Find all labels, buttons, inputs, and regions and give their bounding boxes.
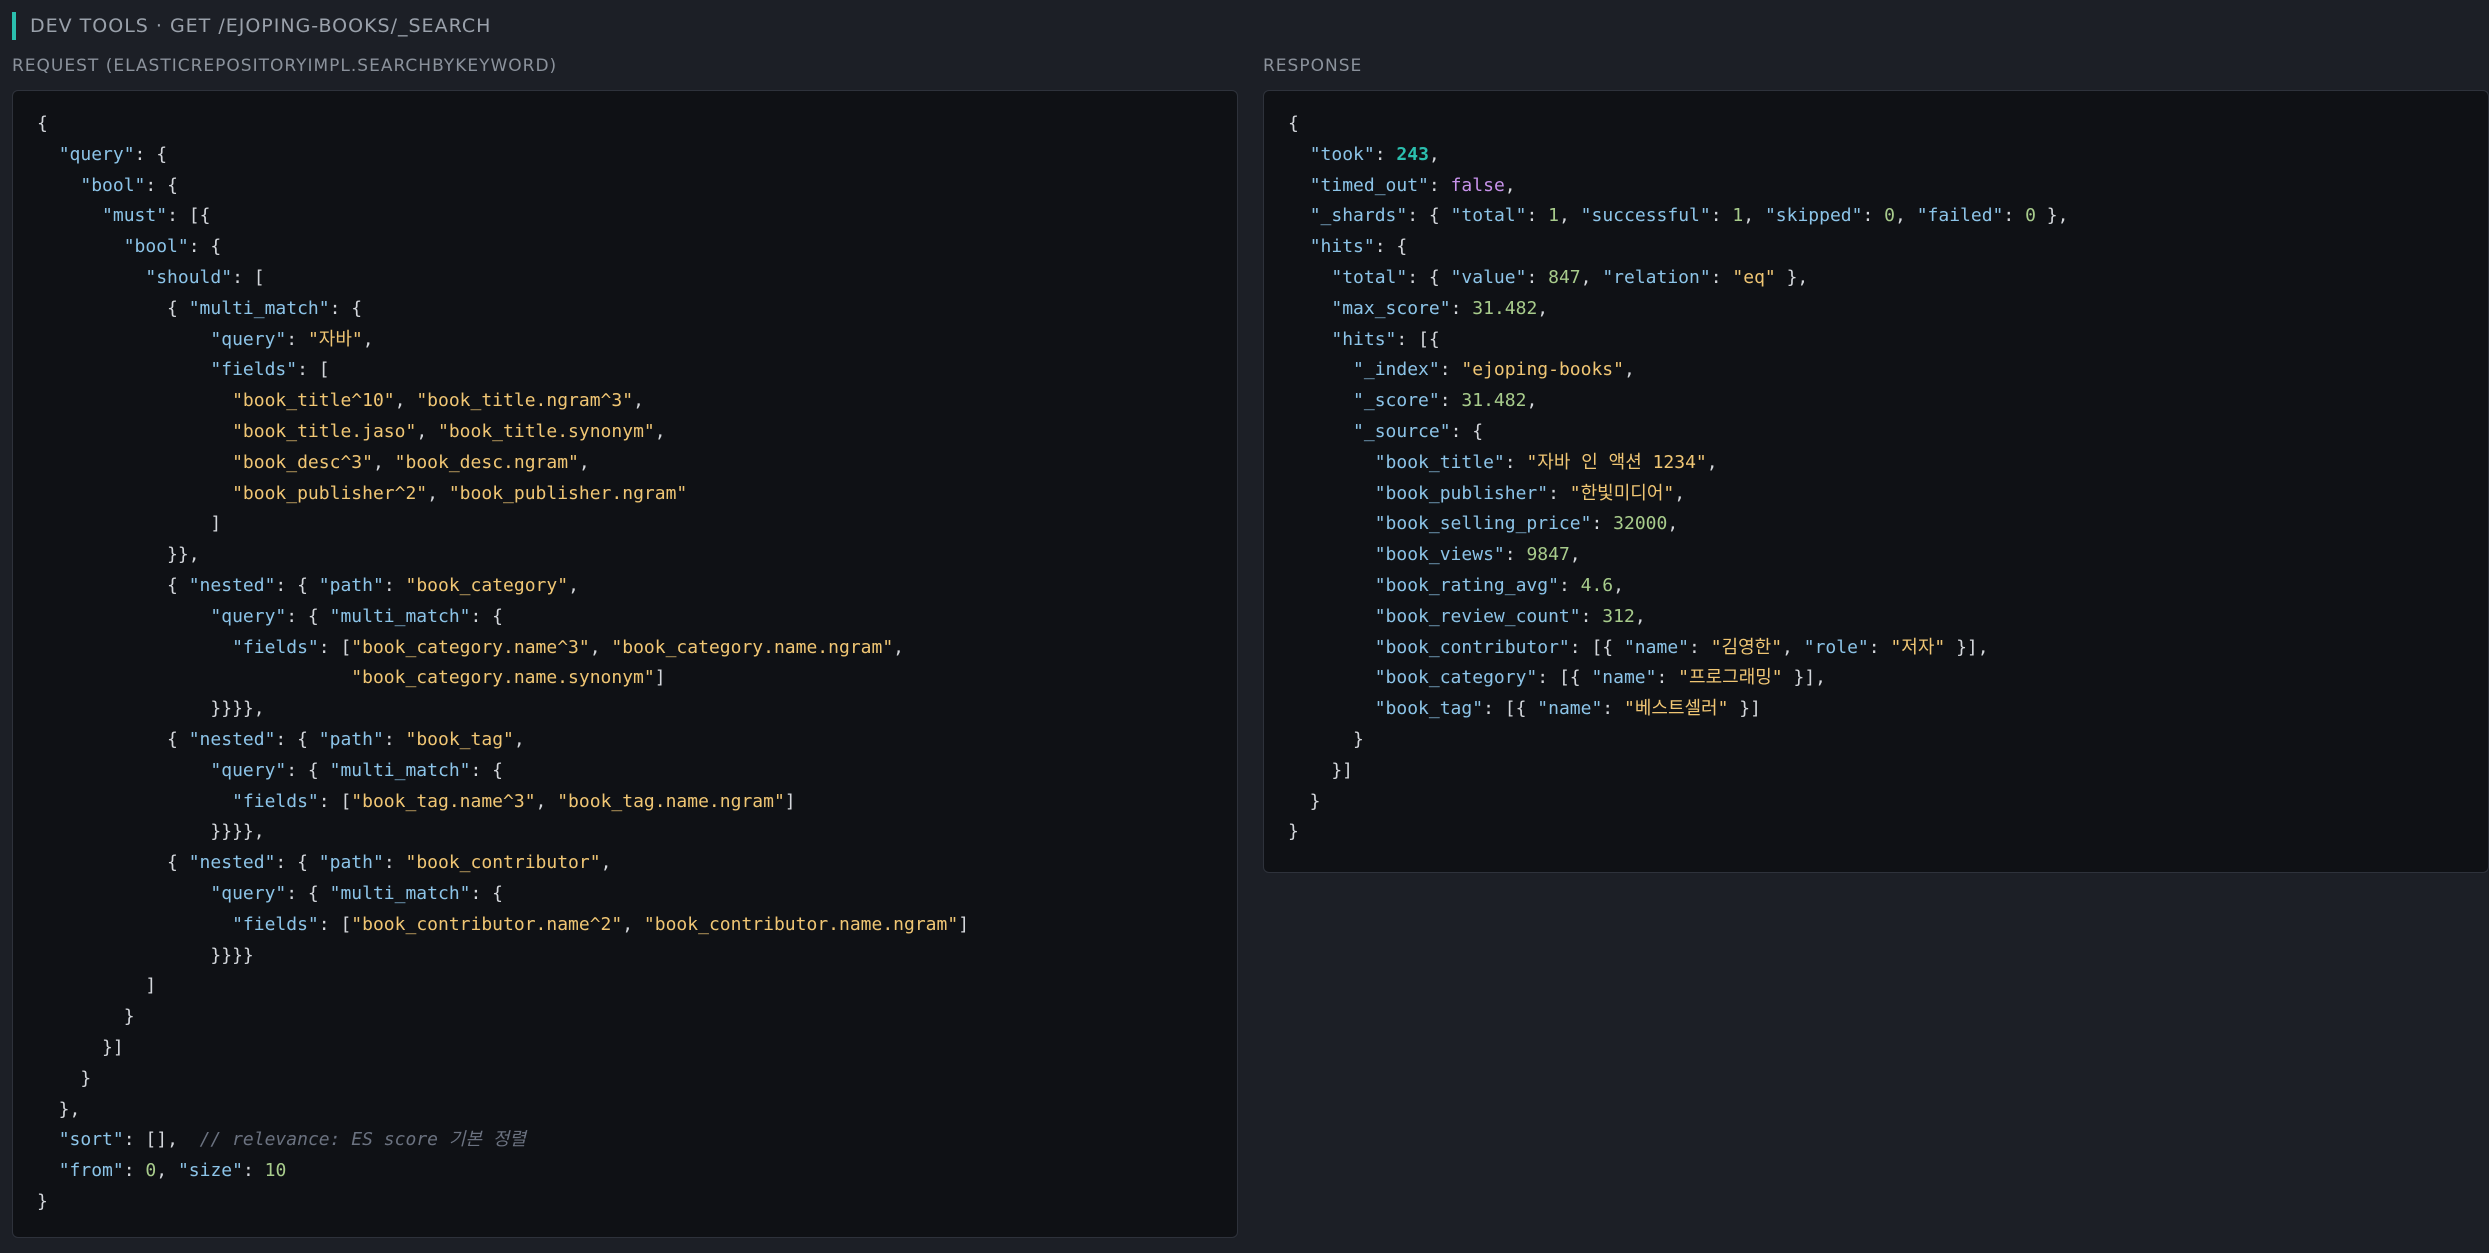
code-line: "fields": ["book_tag.name^3", "book_tag.… — [232, 790, 796, 812]
code-line: "fields": ["book_category.name^3", "book… — [232, 636, 905, 658]
code-line: "book_rating_avg": 4.6, — [1374, 574, 1624, 596]
response-code: { "took": 243, "timed_out": false, "_sha… — [1288, 109, 2488, 848]
code-line: "total": { "value": 847, "relation": "eq… — [1331, 266, 1809, 288]
code-line: "_score": 31.482, — [1353, 390, 1538, 412]
code-line: }}}}, — [37, 821, 265, 843]
code-line: "query": { "multi_match": { — [210, 759, 504, 781]
code-line: "sort": [], // relevance: ES score 기본 정렬 — [58, 1129, 526, 1151]
code-line: { — [1288, 113, 1299, 134]
code-line: "fields": [ — [210, 359, 330, 381]
code-line: "book_publisher^2", "book_publisher.ngra… — [232, 482, 688, 504]
request-editor[interactable]: { "query": { "bool": { "must": [{ "bool"… — [12, 90, 1238, 1238]
code-line: } — [1288, 728, 1364, 750]
code-line: "book_review_count": 312, — [1374, 605, 1646, 627]
code-line: } — [1288, 790, 1321, 812]
code-line: }] — [37, 1036, 124, 1058]
code-line: "must": [{ — [102, 205, 211, 227]
code-line: "book_category.name.synonym"] — [351, 667, 666, 689]
code-line: "book_title": "자바 인 액션 1234", — [1374, 451, 1718, 473]
code-line: "book_selling_price": 32000, — [1374, 513, 1679, 535]
code-line: "query": { "multi_match": { — [210, 605, 504, 627]
page-title: DEV TOOLS · GET /EJOPING-BOOKS/_SEARCH — [12, 12, 491, 40]
code-line: "query": { — [58, 143, 168, 165]
request-code: { "query": { "bool": { "must": [{ "bool"… — [37, 109, 1237, 1218]
code-line: "book_title.jaso", "book_title.synonym", — [232, 420, 666, 442]
code-line: "took": 243, — [1309, 143, 1440, 165]
code-line: "book_category": [{ "name": "프로그래밍" }], — [1374, 667, 1827, 689]
code-line: "book_desc^3", "book_desc.ngram", — [232, 451, 590, 473]
code-line: "fields": ["book_contributor.name^2", "b… — [232, 913, 970, 935]
code-line: "should": [ — [145, 266, 265, 288]
code-line: ] — [37, 513, 222, 535]
page-title-text: DEV TOOLS · GET /EJOPING-BOOKS/_SEARCH — [30, 15, 492, 37]
code-line: { — [37, 113, 48, 134]
code-line: "hits": { — [1309, 236, 1408, 258]
code-line: "hits": [{ — [1331, 328, 1440, 350]
code-line: } — [1288, 821, 1299, 843]
code-line: "book_tag": [{ "name": "베스트셀러" }] — [1374, 698, 1761, 720]
code-line: "bool": { — [123, 236, 222, 258]
code-line: "book_publisher": "한빛미디어", — [1374, 482, 1686, 504]
response-viewer: { "took": 243, "timed_out": false, "_sha… — [1263, 90, 2489, 873]
code-line: "_source": { — [1353, 420, 1484, 442]
code-line: "book_views": 9847, — [1374, 544, 1581, 566]
request-pane-label: REQUEST (ELASTICREPOSITORYIMPL.SEARCHBYK… — [12, 56, 558, 76]
code-line: { "nested": { "path": "book_tag", — [37, 728, 525, 750]
code-line: }] — [1288, 759, 1354, 781]
code-line: "book_contributor": [{ "name": "김영한", "r… — [1374, 636, 1989, 658]
code-line: } — [37, 1006, 135, 1028]
code-line: "book_title^10", "book_title.ngram^3", — [232, 390, 644, 412]
code-line: { "nested": { "path": "book_contributor"… — [37, 852, 612, 874]
code-line: ] — [37, 975, 157, 997]
code-line: "from": 0, "size": 10 — [58, 1160, 287, 1182]
code-line: "max_score": 31.482, — [1331, 297, 1549, 319]
code-line: "_index": "ejoping-books", — [1353, 359, 1635, 381]
code-line: "bool": { — [80, 174, 178, 196]
response-pane-label: RESPONSE — [1263, 56, 1363, 76]
code-line: "_shards": { "total": 1, "successful": 1… — [1309, 205, 2069, 227]
code-line: }, — [37, 1098, 81, 1120]
code-line: } — [37, 1067, 92, 1089]
code-line: { "multi_match": { — [37, 297, 363, 319]
code-line: }}, — [37, 544, 200, 566]
code-line: }}}}, — [37, 698, 265, 720]
code-line: }}}} — [37, 944, 254, 966]
code-line: "query": "자바", — [210, 328, 374, 350]
code-line: "query": { "multi_match": { — [210, 882, 504, 904]
code-line: { "nested": { "path": "book_category", — [37, 574, 579, 596]
code-line: "timed_out": false, — [1309, 174, 1516, 196]
code-line: } — [37, 1190, 48, 1212]
